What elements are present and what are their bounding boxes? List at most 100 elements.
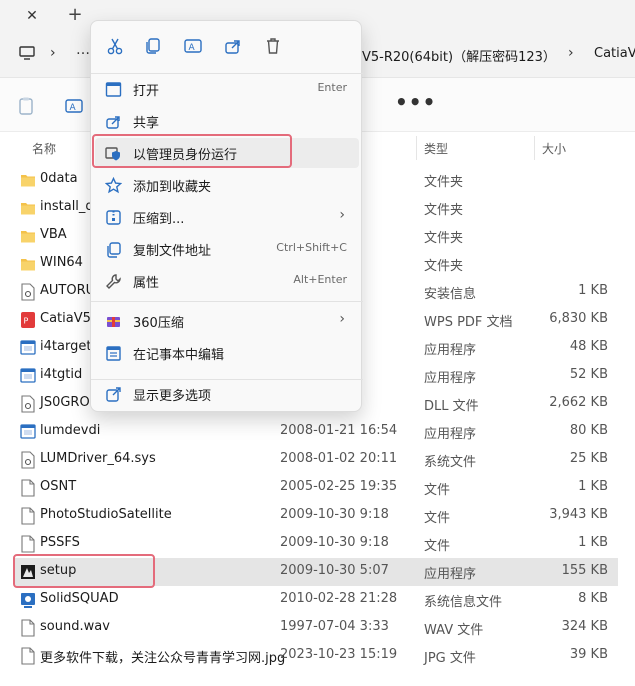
file-row[interactable]: SolidSQUAD 2010-02-28 21:28 系统信息文件 8 KB xyxy=(14,586,618,614)
menu-item-label: 打开 xyxy=(133,84,160,99)
menu-item-shortcut: Enter xyxy=(317,81,347,94)
dll-icon xyxy=(20,395,36,413)
svg-text:A: A xyxy=(189,43,196,53)
menu-item-label: 复制文件地址 xyxy=(133,244,212,259)
menu-item-label: 在记事本中编辑 xyxy=(133,348,225,363)
rename-icon[interactable]: A xyxy=(64,96,84,116)
file-icon xyxy=(20,507,36,525)
rename-icon[interactable]: A xyxy=(183,36,203,56)
file-type: 系统文件 xyxy=(424,455,477,470)
file-row[interactable]: PhotoStudioSatellite 2009-10-30 9:18 文件 3,9… xyxy=(14,502,618,530)
menu-item-compress-to[interactable]: 压缩到... › xyxy=(95,202,359,232)
shield-icon xyxy=(105,145,122,162)
sysinfo-icon xyxy=(20,591,36,609)
notepad-icon xyxy=(105,345,122,362)
file-type: 文件 xyxy=(424,539,451,554)
new-tab-icon[interactable]: + xyxy=(64,4,86,26)
file-type: 文件 xyxy=(424,511,451,526)
file-name: lumdevdi xyxy=(40,423,101,438)
menu-item-share[interactable]: 共享 xyxy=(95,106,359,136)
file-row[interactable]: PSSFS 2009-10-30 9:18 文件 1 KB xyxy=(14,530,618,558)
menu-item-run-as-admin[interactable]: 以管理员身份运行 xyxy=(95,138,359,168)
file-type: 文件夹 xyxy=(424,203,464,218)
app-icon xyxy=(20,423,36,441)
menu-item-label: 以管理员身份运行 xyxy=(133,148,238,163)
file-date: 2005-02-25 19:35 xyxy=(280,479,398,494)
file-type: 应用程序 xyxy=(424,567,477,582)
file-type: DLL 文件 xyxy=(424,399,479,414)
file-name: PSSFS xyxy=(40,535,80,550)
share-icon[interactable] xyxy=(223,36,243,56)
breadcrumb-overflow[interactable]: … xyxy=(76,42,90,58)
file-type: 应用程序 xyxy=(424,343,477,358)
menu-item-shortcut: Alt+Enter xyxy=(293,273,347,286)
file-row[interactable]: setup 2009-10-30 5:07 应用程序 155 KB xyxy=(14,558,618,586)
menu-item-add-favorites[interactable]: 添加到收藏夹 xyxy=(95,170,359,200)
file-type: 文件夹 xyxy=(424,231,464,246)
breadcrumb-folder[interactable]: V5-R20(64bit)（解压密码123） xyxy=(362,46,556,65)
file-name: CatiaV5- xyxy=(40,311,96,326)
computer-icon[interactable] xyxy=(18,44,36,62)
file-type: JPG 文件 xyxy=(424,651,476,666)
folder-icon xyxy=(20,171,36,189)
menu-item-notepad-edit[interactable]: 在记事本中编辑 xyxy=(95,338,359,368)
file-icon xyxy=(20,619,36,637)
menu-item-open[interactable]: 打开 Enter xyxy=(95,74,359,104)
context-menu-quick-actions: A xyxy=(91,21,363,73)
menu-item-label: 压缩到... xyxy=(133,212,185,227)
file-icon xyxy=(20,647,36,665)
breadcrumb-chevron[interactable]: › xyxy=(568,45,574,61)
app-icon xyxy=(20,367,36,385)
file-row[interactable]: OSNT 2005-02-25 19:35 文件 1 KB xyxy=(14,474,618,502)
file-row[interactable]: sound.wav 1997-07-04 3:33 WAV 文件 324 KB xyxy=(14,614,618,642)
copy-path-icon xyxy=(105,241,122,258)
file-date: 2023-10-23 15:19 xyxy=(280,647,398,662)
file-icon xyxy=(20,535,36,553)
svg-text:P: P xyxy=(24,317,29,326)
menu-item-properties[interactable]: 属性 Alt+Enter xyxy=(95,266,359,296)
file-size: 80 KB xyxy=(569,423,608,438)
breadcrumb-chevron[interactable]: › xyxy=(50,45,56,61)
column-size[interactable]: 大小 xyxy=(542,140,566,157)
file-size: 6,830 KB xyxy=(549,311,608,326)
column-type[interactable]: 类型 xyxy=(424,140,448,157)
breadcrumb-folder-current[interactable]: CatiaV xyxy=(594,46,635,61)
copy-icon[interactable] xyxy=(143,36,163,56)
sys-file-icon xyxy=(20,451,36,469)
svg-text:A: A xyxy=(70,103,77,113)
file-name: 0data xyxy=(40,171,78,186)
chevron-right-icon: › xyxy=(339,311,345,327)
close-tab-icon[interactable]: ✕ xyxy=(22,6,42,26)
file-date: 2008-01-02 20:11 xyxy=(280,451,398,466)
file-size: 3,943 KB xyxy=(549,507,608,522)
file-type: 文件 xyxy=(424,483,451,498)
menu-item-360zip[interactable]: 360压缩 › xyxy=(95,306,359,336)
file-size: 324 KB xyxy=(561,619,608,634)
file-row[interactable]: 更多软件下载，关注公众号青青学习网.jpg 2023-10-23 15:19 JPG… xyxy=(14,642,618,670)
menu-item-more-options[interactable]: 显示更多选项 xyxy=(95,379,359,409)
paste-icon[interactable] xyxy=(16,96,36,116)
open-icon xyxy=(105,81,122,98)
file-date: 1997-07-04 3:33 xyxy=(280,619,389,634)
file-icon xyxy=(20,479,36,497)
more-options-button[interactable]: ••• xyxy=(395,90,436,114)
more-options-icon xyxy=(105,386,122,403)
menu-item-copy-path[interactable]: 复制文件地址 Ctrl+Shift+C xyxy=(95,234,359,264)
delete-icon[interactable] xyxy=(263,36,283,56)
file-row[interactable]: lumdevdi 2008-01-21 16:54 应用程序 80 KB xyxy=(14,418,618,446)
file-size: 48 KB xyxy=(569,339,608,354)
file-name: VBA xyxy=(40,227,67,242)
menu-item-label: 属性 xyxy=(133,276,160,291)
file-name: SolidSQUAD xyxy=(40,591,119,606)
file-name: AUTORU xyxy=(40,283,96,298)
file-type: 应用程序 xyxy=(424,371,477,386)
cut-icon[interactable] xyxy=(105,36,125,56)
file-name: 更多软件下载，关注公众号青青学习网.jpg xyxy=(40,651,286,666)
app-icon xyxy=(20,339,36,357)
menu-divider xyxy=(91,301,363,302)
file-size: 25 KB xyxy=(569,451,608,466)
file-type: 文件夹 xyxy=(424,175,464,190)
menu-item-label: 显示更多选项 xyxy=(133,389,212,404)
column-name[interactable]: 名称 xyxy=(32,140,56,157)
file-row[interactable]: LUMDriver_64.sys 2008-01-02 20:11 系统文件 25 K… xyxy=(14,446,618,474)
